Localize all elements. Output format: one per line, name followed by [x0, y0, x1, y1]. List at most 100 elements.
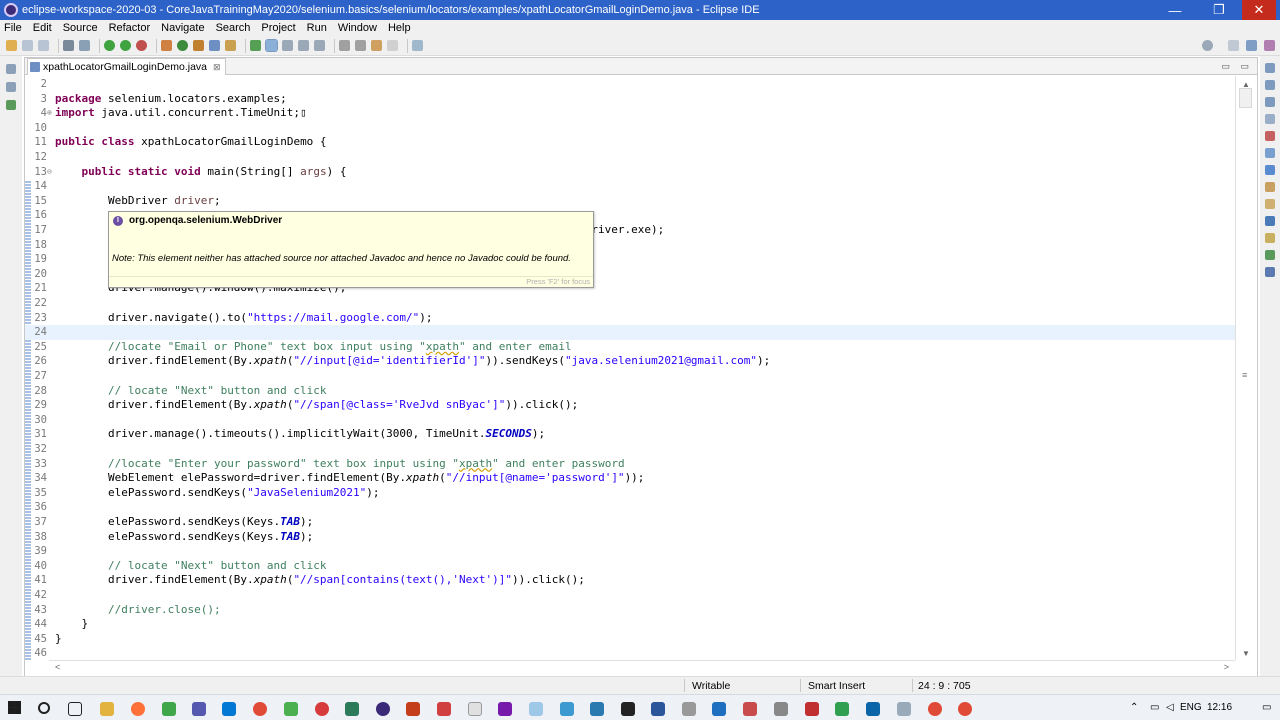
tab-close-icon[interactable]: ⊠	[213, 62, 221, 73]
horizontal-scrollbar[interactable]: < >	[49, 660, 1235, 675]
code-area[interactable]: 2 3 package selenium.locators.examples; 4 ⊕ i…	[25, 76, 1235, 660]
forward-icon[interactable]	[387, 40, 398, 51]
code-line[interactable]: 45}	[25, 632, 1235, 647]
code-line[interactable]: 28 // locate "Next" button and click	[25, 384, 1235, 399]
code-line[interactable]: 44 }	[25, 617, 1235, 632]
network-icon[interactable]: ▭	[1150, 702, 1159, 713]
menu-source[interactable]: Source	[63, 22, 98, 34]
app-icon-darkred[interactable]	[805, 702, 819, 716]
code-text[interactable]: elePassword.sendKeys(Keys.TAB);	[55, 530, 313, 545]
menu-help[interactable]: Help	[388, 22, 411, 34]
code-text[interactable]: // locate "Next" button and click	[55, 384, 327, 399]
code-text[interactable]: driver.findElement(By.xpath("//input[@id…	[55, 354, 770, 369]
menu-project[interactable]: Project	[261, 22, 295, 34]
save-icon[interactable]	[22, 40, 33, 51]
app-icon-grey[interactable]	[682, 702, 696, 716]
firefox-icon[interactable]	[131, 702, 145, 716]
settings-icon[interactable]	[63, 40, 74, 51]
app-icon-red[interactable]	[315, 702, 329, 716]
code-line[interactable]: 40 // locate "Next" button and click	[25, 559, 1235, 574]
mark-occurrences-icon[interactable]	[265, 39, 278, 52]
code-line[interactable]: 23 driver.navigate().to("https://mail.go…	[25, 311, 1235, 326]
pin-editor-icon[interactable]	[412, 40, 423, 51]
code-line[interactable]: 34 WebElement elePassword=driver.findEle…	[25, 471, 1235, 486]
code-text[interactable]: public class xpathLocatorGmailLoginDemo …	[55, 135, 327, 150]
code-text[interactable]: public static void main(String[] args) {	[55, 165, 347, 180]
scroll-down-icon[interactable]: ▼	[1242, 649, 1250, 658]
menu-search[interactable]: Search	[216, 22, 251, 34]
windows-start-icon[interactable]	[8, 701, 21, 714]
annotation-icon[interactable]	[250, 40, 261, 51]
code-line[interactable]: 31 driver.manage().timeouts().implicitly…	[25, 427, 1235, 442]
outline-icon[interactable]	[1265, 80, 1275, 90]
search-toolbar-icon[interactable]	[225, 40, 236, 51]
app-icon-green[interactable]	[284, 702, 298, 716]
app-icon-slate[interactable]	[897, 702, 911, 716]
code-text[interactable]: elePassword.sendKeys("JavaSelenium2021")…	[55, 486, 380, 501]
show-whitespace-icon[interactable]	[314, 40, 325, 51]
java-perspective-icon[interactable]	[1246, 40, 1257, 51]
code-text[interactable]: driver.findElement(By.xpath("//span[@cla…	[55, 398, 578, 413]
word-icon[interactable]	[651, 702, 665, 716]
save-all-icon[interactable]	[38, 40, 49, 51]
code-text[interactable]: driver.manage().timeouts().implicitlyWai…	[55, 427, 545, 442]
javadoc-hover-popup[interactable]: I org.openqa.selenium.WebDriver Note: Th…	[108, 211, 594, 288]
code-line[interactable]: 11 public class xpathLocatorGmailLoginDem…	[25, 135, 1235, 150]
terminal-icon[interactable]	[621, 702, 635, 716]
word-wrap-icon[interactable]	[298, 40, 309, 51]
code-line[interactable]: 32	[25, 442, 1235, 457]
next-annotation-icon[interactable]	[339, 40, 350, 51]
back-icon[interactable]	[371, 40, 382, 51]
volume-icon[interactable]: ◁	[1166, 702, 1174, 713]
search-icon[interactable]	[1202, 40, 1213, 51]
debug-view-icon[interactable]	[1265, 216, 1275, 226]
skip-breakpoints-icon[interactable]	[79, 40, 90, 51]
task-view-icon[interactable]	[68, 702, 82, 716]
app-icon-navy[interactable]	[866, 702, 880, 716]
junit-icon[interactable]	[1265, 250, 1275, 260]
powerpoint-icon[interactable]	[406, 702, 420, 716]
code-text[interactable]: elePassword.sendKeys(Keys.TAB);	[55, 515, 313, 530]
new-icon[interactable]	[6, 40, 17, 51]
code-text[interactable]: WebElement elePassword=driver.findElemen…	[55, 471, 644, 486]
notification-icon[interactable]: ▭	[1262, 702, 1271, 713]
app-icon-darkblue[interactable]	[712, 702, 726, 716]
code-line[interactable]: 15 WebDriver driver;	[25, 194, 1235, 209]
outlook-icon[interactable]	[222, 702, 236, 716]
restore-right-icon[interactable]	[1265, 63, 1275, 73]
status-insert-mode[interactable]: Smart Insert	[808, 680, 865, 692]
block-selection-icon[interactable]	[282, 40, 293, 51]
menu-window[interactable]: Window	[338, 22, 377, 34]
chrome-icon[interactable]	[253, 702, 267, 716]
code-text[interactable]: //locate "Enter your password" text box …	[55, 457, 625, 472]
prev-annotation-icon[interactable]	[355, 40, 366, 51]
editor-tab[interactable]: xpathLocatorGmailLoginDemo.java ⊠	[27, 58, 226, 75]
app-icon-maroon[interactable]	[743, 702, 757, 716]
code-line[interactable]: 25 //locate "Email or Phone" text box in…	[25, 340, 1235, 355]
editor-min-max-controls[interactable]: ▭ ▭	[1221, 61, 1253, 72]
app-icon-blue[interactable]	[560, 702, 574, 716]
language-indicator[interactable]: ENG	[1180, 702, 1202, 713]
code-line[interactable]: 42	[25, 588, 1235, 603]
code-line[interactable]: 36	[25, 500, 1235, 515]
code-line[interactable]: 14	[25, 179, 1235, 194]
new-package-icon[interactable]	[177, 40, 188, 51]
scroll-right-icon[interactable]: >	[1224, 662, 1229, 672]
code-line[interactable]: 13 ⊖ public static void main(String[] arg…	[25, 165, 1235, 180]
chrome-icon-3[interactable]	[958, 702, 972, 716]
hierarchy-icon[interactable]	[6, 100, 16, 110]
minimize-button[interactable]: —	[1158, 0, 1192, 20]
code-line[interactable]: 10	[25, 121, 1235, 136]
declaration-icon[interactable]	[1265, 148, 1275, 158]
menu-refactor[interactable]: Refactor	[109, 22, 151, 34]
app-icon-lightblue[interactable]	[529, 702, 543, 716]
app-icon-grey2[interactable]	[774, 702, 788, 716]
code-text[interactable]: driver.navigate().to("https://mail.googl…	[55, 311, 433, 326]
new-java-project-icon[interactable]	[161, 40, 172, 51]
code-line[interactable]: 37 elePassword.sendKeys(Keys.TAB);	[25, 515, 1235, 530]
breakpoints-icon[interactable]	[1265, 233, 1275, 243]
app-icon-green2[interactable]	[835, 702, 849, 716]
git-icon[interactable]	[1265, 267, 1275, 277]
code-text[interactable]: //locate "Email or Phone" text box input…	[55, 340, 572, 355]
tray-chevron-icon[interactable]: ⌃	[1130, 702, 1138, 713]
